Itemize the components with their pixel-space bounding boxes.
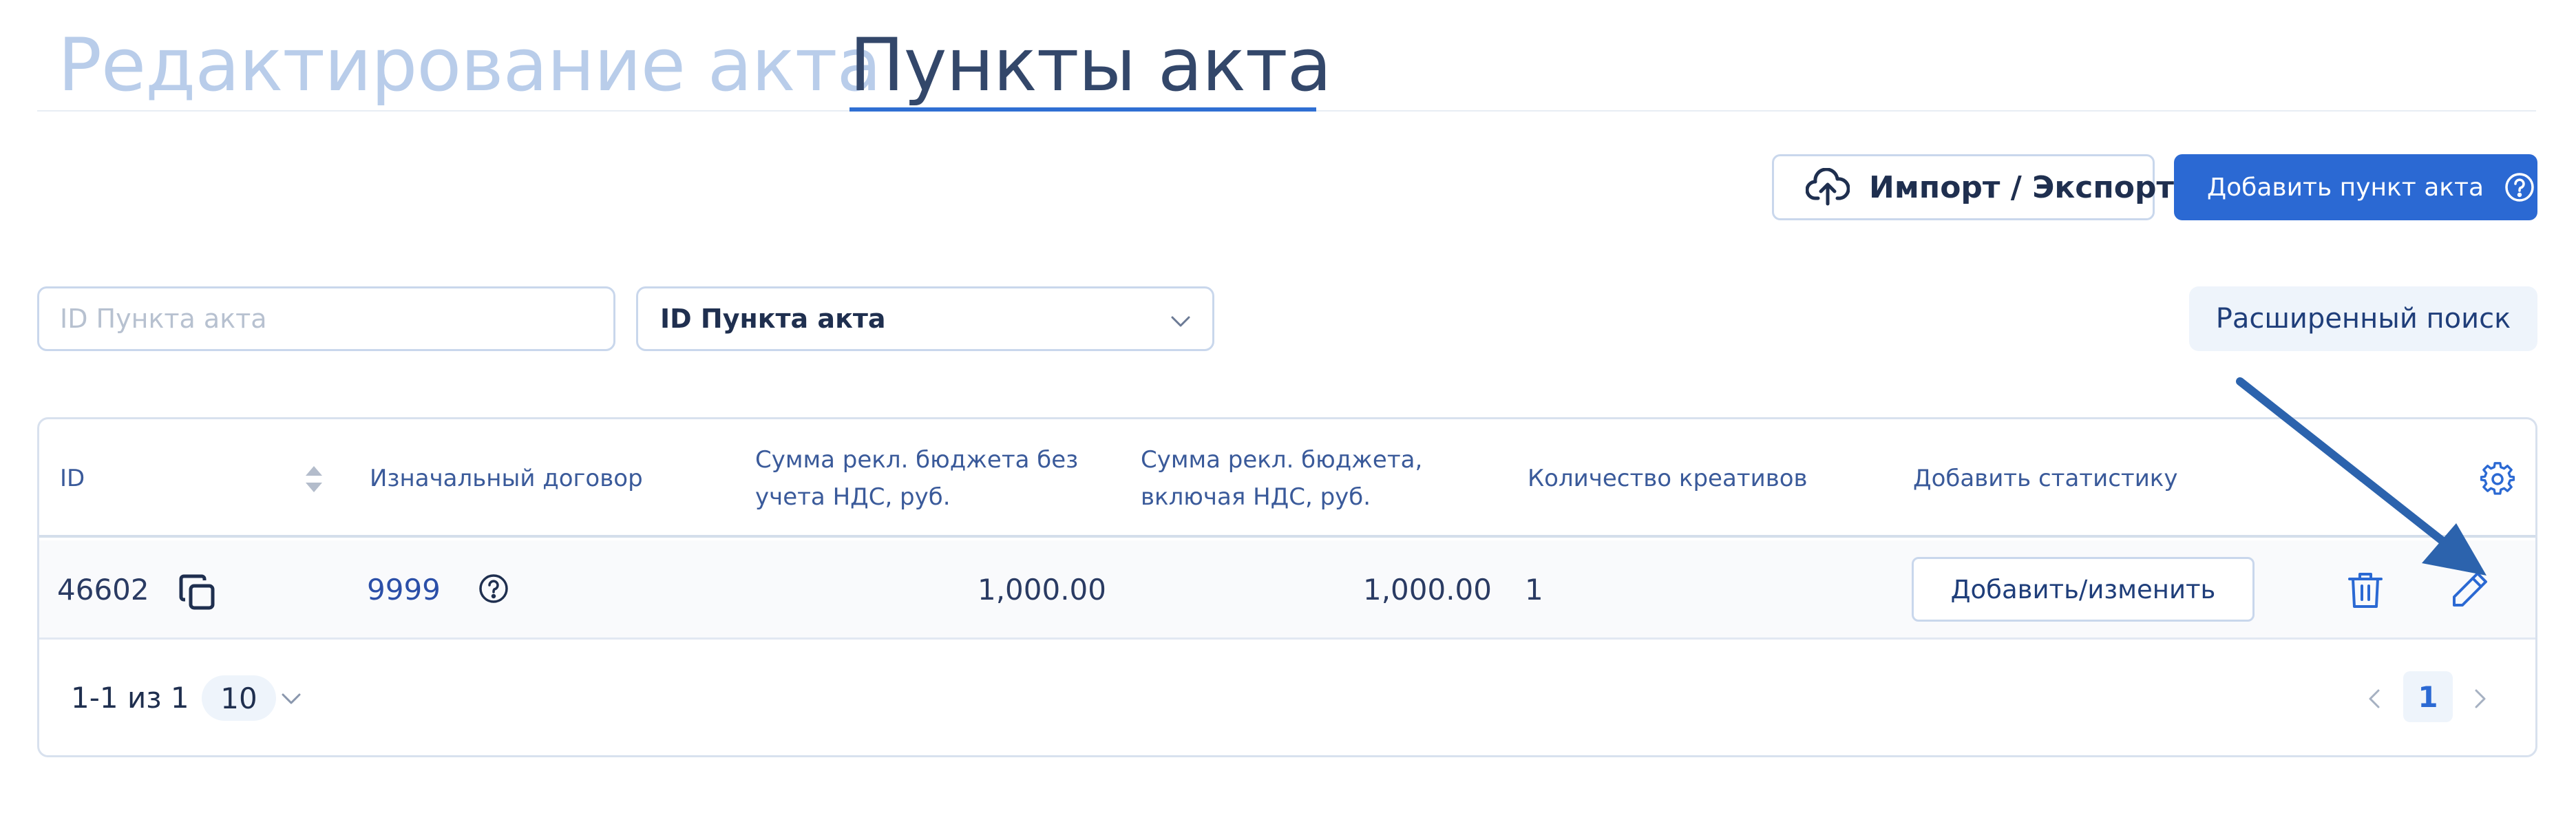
header-sum-vat: Сумма рекл. бюджета, включая НДС, руб. (1141, 441, 1422, 516)
page-size-select[interactable]: 10 (202, 675, 276, 721)
cell-sum-no-vat: 1,000.00 (977, 573, 1106, 607)
search-input[interactable] (37, 286, 615, 351)
chevron-right-icon[interactable] (2468, 686, 2493, 711)
add-act-item-button[interactable]: Добавить пункт акта (2174, 154, 2537, 220)
cell-id: 46602 (57, 573, 149, 607)
question-circle-icon[interactable] (477, 572, 510, 605)
search-field-value: ID Пункта акта (660, 304, 886, 334)
question-circle-icon[interactable] (2503, 171, 2536, 204)
pagination-bar: 1-1 из 1 10 1 (39, 640, 2535, 755)
active-tab-indicator (849, 107, 1316, 112)
header-sum-no-vat-line1: Сумма рекл. бюджета без (755, 446, 1079, 474)
table-header: ID Изначальный договор Сумма рекл. бюдже… (39, 419, 2535, 538)
pagination-range: 1-1 из 1 (71, 681, 189, 715)
cell-sum-vat: 1,000.00 (1362, 573, 1492, 607)
search-field-select[interactable]: ID Пункта акта (636, 286, 1214, 351)
header-sum-vat-line2: включая НДС, руб. (1141, 483, 1371, 511)
tab-edit-act[interactable]: Редактирование акта (58, 21, 881, 110)
header-id: ID (60, 465, 85, 492)
advanced-search-label: Расширенный поиск (2215, 303, 2511, 335)
cell-creatives: 1 (1525, 573, 1543, 607)
tab-act-items[interactable]: Пункты акта (849, 21, 1332, 110)
header-sum-no-vat-line2: учета НДС, руб. (755, 483, 951, 511)
import-export-label: Импорт / Экспорт (1869, 169, 2174, 205)
annotation-arrow (2236, 377, 2487, 576)
tab-bar: Редактирование акта Пункты акта (37, 0, 2536, 112)
sort-icon[interactable] (304, 463, 324, 495)
advanced-search-button[interactable]: Расширенный поиск (2189, 286, 2537, 351)
add-edit-stats-button[interactable]: Добавить/изменить (1912, 557, 2255, 622)
chevron-down-icon (1168, 309, 1193, 334)
header-sum-vat-line1: Сумма рекл. бюджета, (1141, 446, 1423, 474)
add-act-item-label: Добавить пункт акта (2207, 173, 2484, 202)
cell-contract[interactable]: 9999 (367, 540, 441, 640)
cloud-upload-icon (1806, 168, 1850, 207)
add-edit-stats-label: Добавить/изменить (1950, 574, 2216, 604)
act-items-table: ID Изначальный договор Сумма рекл. бюдже… (37, 417, 2537, 757)
chevron-left-icon[interactable] (2362, 686, 2387, 711)
header-contract: Изначальный договор (370, 465, 643, 492)
copy-icon[interactable] (177, 572, 218, 613)
page-1-button[interactable]: 1 (2403, 671, 2453, 722)
header-sum-no-vat: Сумма рекл. бюджета без учета НДС, руб. (755, 441, 1078, 516)
chevron-down-icon[interactable] (279, 686, 304, 711)
table-row[interactable]: 46602 9999 1,000.00 1,000.00 1 Добавить/… (39, 540, 2535, 640)
import-export-button[interactable]: Импорт / Экспорт (1772, 154, 2174, 220)
header-creatives: Количество креативов (1528, 465, 1808, 492)
header-stats: Добавить статистику (1913, 465, 2178, 492)
